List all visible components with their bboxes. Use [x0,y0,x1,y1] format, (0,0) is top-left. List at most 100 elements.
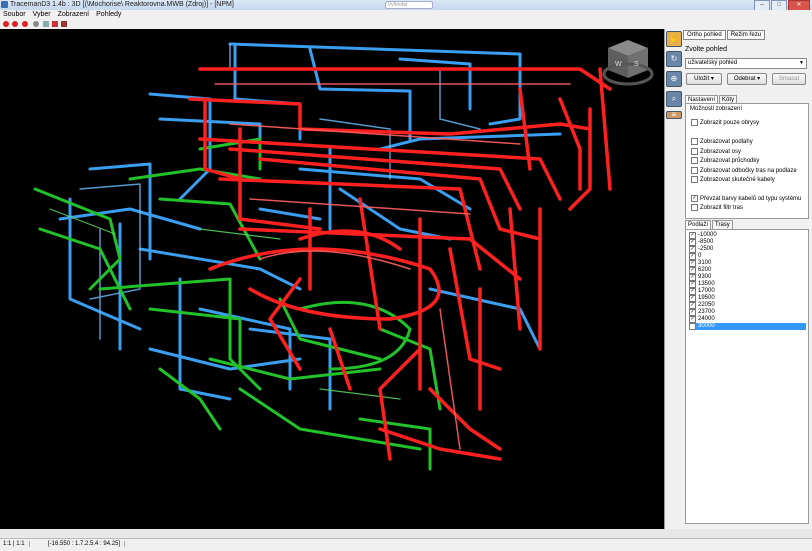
checkbox-checked[interactable]: ✓ [689,274,696,281]
checkbox-checked[interactable]: ✓ [689,246,696,253]
option-label: Převzat barvy kabelů od typu systému [700,195,802,202]
view-cube-icon[interactable]: W S [598,34,658,94]
option-show-penetrations[interactable]: Zobrazovat průchodky [691,157,759,164]
red-circle-icon-2[interactable] [12,21,18,27]
red-circle-icon-3[interactable] [22,21,28,27]
hand-icon[interactable]: ✋ [666,31,682,47]
menu-zobrazeni[interactable]: Zobrazení [58,10,90,19]
option-route-filter[interactable]: Zobrazit filtr tras [691,204,743,211]
view-select[interactable]: uživatelský pohled ▼ [685,58,807,69]
option-outlines-only[interactable]: Zobrazit pouze obrysy [691,119,759,126]
checkbox-checked[interactable]: ✓ [689,232,696,239]
title-search[interactable]: Vyhledat [385,1,433,9]
checkbox-checked[interactable]: ✓ [689,295,696,302]
level-label: 9300 [698,274,712,280]
flag-icon[interactable] [52,21,58,27]
checkbox-checked[interactable]: ✓ [689,253,696,260]
list-item[interactable]: ✓ 17000 [689,288,806,295]
menu-pohledy[interactable]: Pohledy [96,10,121,19]
app-icon [1,1,8,8]
option-label: Zobrazit pouze obrysy [700,119,760,126]
checkbox[interactable] [691,138,698,145]
option-real-cables[interactable]: Zobrazovat skutečné kabely [691,176,775,183]
x-icon[interactable] [61,21,67,27]
option-cable-colors[interactable]: ✓ Převzat barvy kabelů od typu systému [691,195,801,202]
checkbox[interactable] [691,119,698,126]
palette-icon[interactable]: ≡ [666,111,682,119]
list-item[interactable]: ✓ -8500 [689,239,806,246]
delete-view-button[interactable]: Smazat [772,73,806,85]
checkbox-checked[interactable]: ✓ [691,195,698,202]
window-title: TracemanD3 1.4b : 3D [(\Mochorise\ Reakt… [10,1,234,8]
list-item[interactable]: ✓ 0 [689,253,806,260]
option-label: Zobrazovat odbočky tras na podlaze [700,167,797,174]
gear-icon[interactable] [33,21,39,27]
list-item[interactable]: ✓ 19500 [689,295,806,302]
checkbox[interactable] [691,167,698,174]
level-label: 6200 [698,267,712,273]
list-item[interactable]: ✓ 3100 [689,260,806,267]
option-label: Zobrazit filtr tras [700,204,744,211]
list-item[interactable]: ✓ 13500 [689,281,806,288]
tab-ortho[interactable]: Ortho pohled [683,30,726,40]
remove-view-label: Odebrat [733,76,756,82]
option-label: Zobrazovat osy [700,148,742,155]
list-item[interactable]: ✓ 23700 [689,309,806,316]
checkbox-checked[interactable]: ✓ [689,316,696,323]
option-show-axes[interactable]: Zobrazovat osy [691,148,741,155]
view-label: Zvolte pohled [685,46,728,53]
tab-section-mode[interactable]: Režim řezu [726,30,766,40]
list-item[interactable]: ✓ -2500 [689,246,806,253]
level-label: 17000 [698,288,715,294]
checkbox-checked[interactable]: ✓ [689,288,696,295]
checkbox-checked[interactable]: ✓ [689,323,696,330]
tab-floors[interactable]: Podlaží [685,220,712,229]
save-view-label: Uložit [694,76,710,82]
list-item[interactable]: ✓ 22050 [689,302,806,309]
grid-icon[interactable] [43,21,49,27]
options-section-title: Možnosti zobrazení [690,106,743,112]
red-circle-icon[interactable] [3,21,9,27]
list-item[interactable]: ✓ 6200 [689,267,806,274]
display-options-panel: Možnosti zobrazení Zobrazit pouze obrysy… [685,103,809,219]
checkbox-checked[interactable]: ✓ [689,281,696,288]
option-label: Zobrazovat skutečné kabely [700,176,775,183]
option-show-floors[interactable]: Zobrazovat podlahy [691,138,753,145]
3d-viewport[interactable]: W S [0,29,664,529]
red-pipes [188,67,612,461]
option-label: Zobrazovat průchodky [700,157,760,164]
save-view-button[interactable]: Uložit ▾ [686,73,722,85]
remove-view-button[interactable]: Odebrat ▾ [727,73,767,85]
option-show-branches[interactable]: Zobrazovat odbočky tras na podlaze [691,167,797,174]
level-label: 3100 [698,260,712,266]
checkbox-checked[interactable]: ✓ [689,260,696,267]
checkbox-checked[interactable]: ✓ [689,302,696,309]
checkbox[interactable] [691,176,698,183]
list-item[interactable]: ✓ 24000 [689,316,806,323]
levels-list: ✓ -10000 ✓ -8500 ✓ -2500 ✓ 0 ✓ 3100 ✓ 6200 ✓ 93… [685,229,809,524]
checkbox[interactable] [691,204,698,211]
list-item-selected[interactable]: ✓ 30000 [689,323,806,330]
level-label: 13500 [698,281,715,287]
level-label: -2500 [698,246,714,252]
level-label: 19500 [698,295,715,301]
checkbox-checked[interactable]: ✓ [689,239,696,246]
level-label: -10000 [698,232,717,238]
level-label: 30000 [698,323,715,329]
tab-routes[interactable]: Trasy [712,220,733,229]
checkbox[interactable] [691,157,698,164]
rotate-icon[interactable]: ↻ [666,51,682,67]
list-item[interactable]: ✓ 9300 [689,274,806,281]
green-pipes [33,137,442,471]
menu-vyber[interactable]: Vyber [33,10,51,19]
level-label: 0 [698,253,702,259]
menu-soubor[interactable]: Soubor [3,10,26,19]
checkbox-checked[interactable]: ✓ [689,309,696,316]
list-item[interactable]: ✓ -10000 [689,232,806,239]
search-icon[interactable]: ⌕ [666,91,682,107]
pipe-rendering [33,42,612,471]
checkbox[interactable] [691,148,698,155]
checkbox-checked[interactable]: ✓ [689,267,696,274]
svg-text:S: S [634,61,639,68]
zoom-icon[interactable]: ⊕ [666,71,682,87]
